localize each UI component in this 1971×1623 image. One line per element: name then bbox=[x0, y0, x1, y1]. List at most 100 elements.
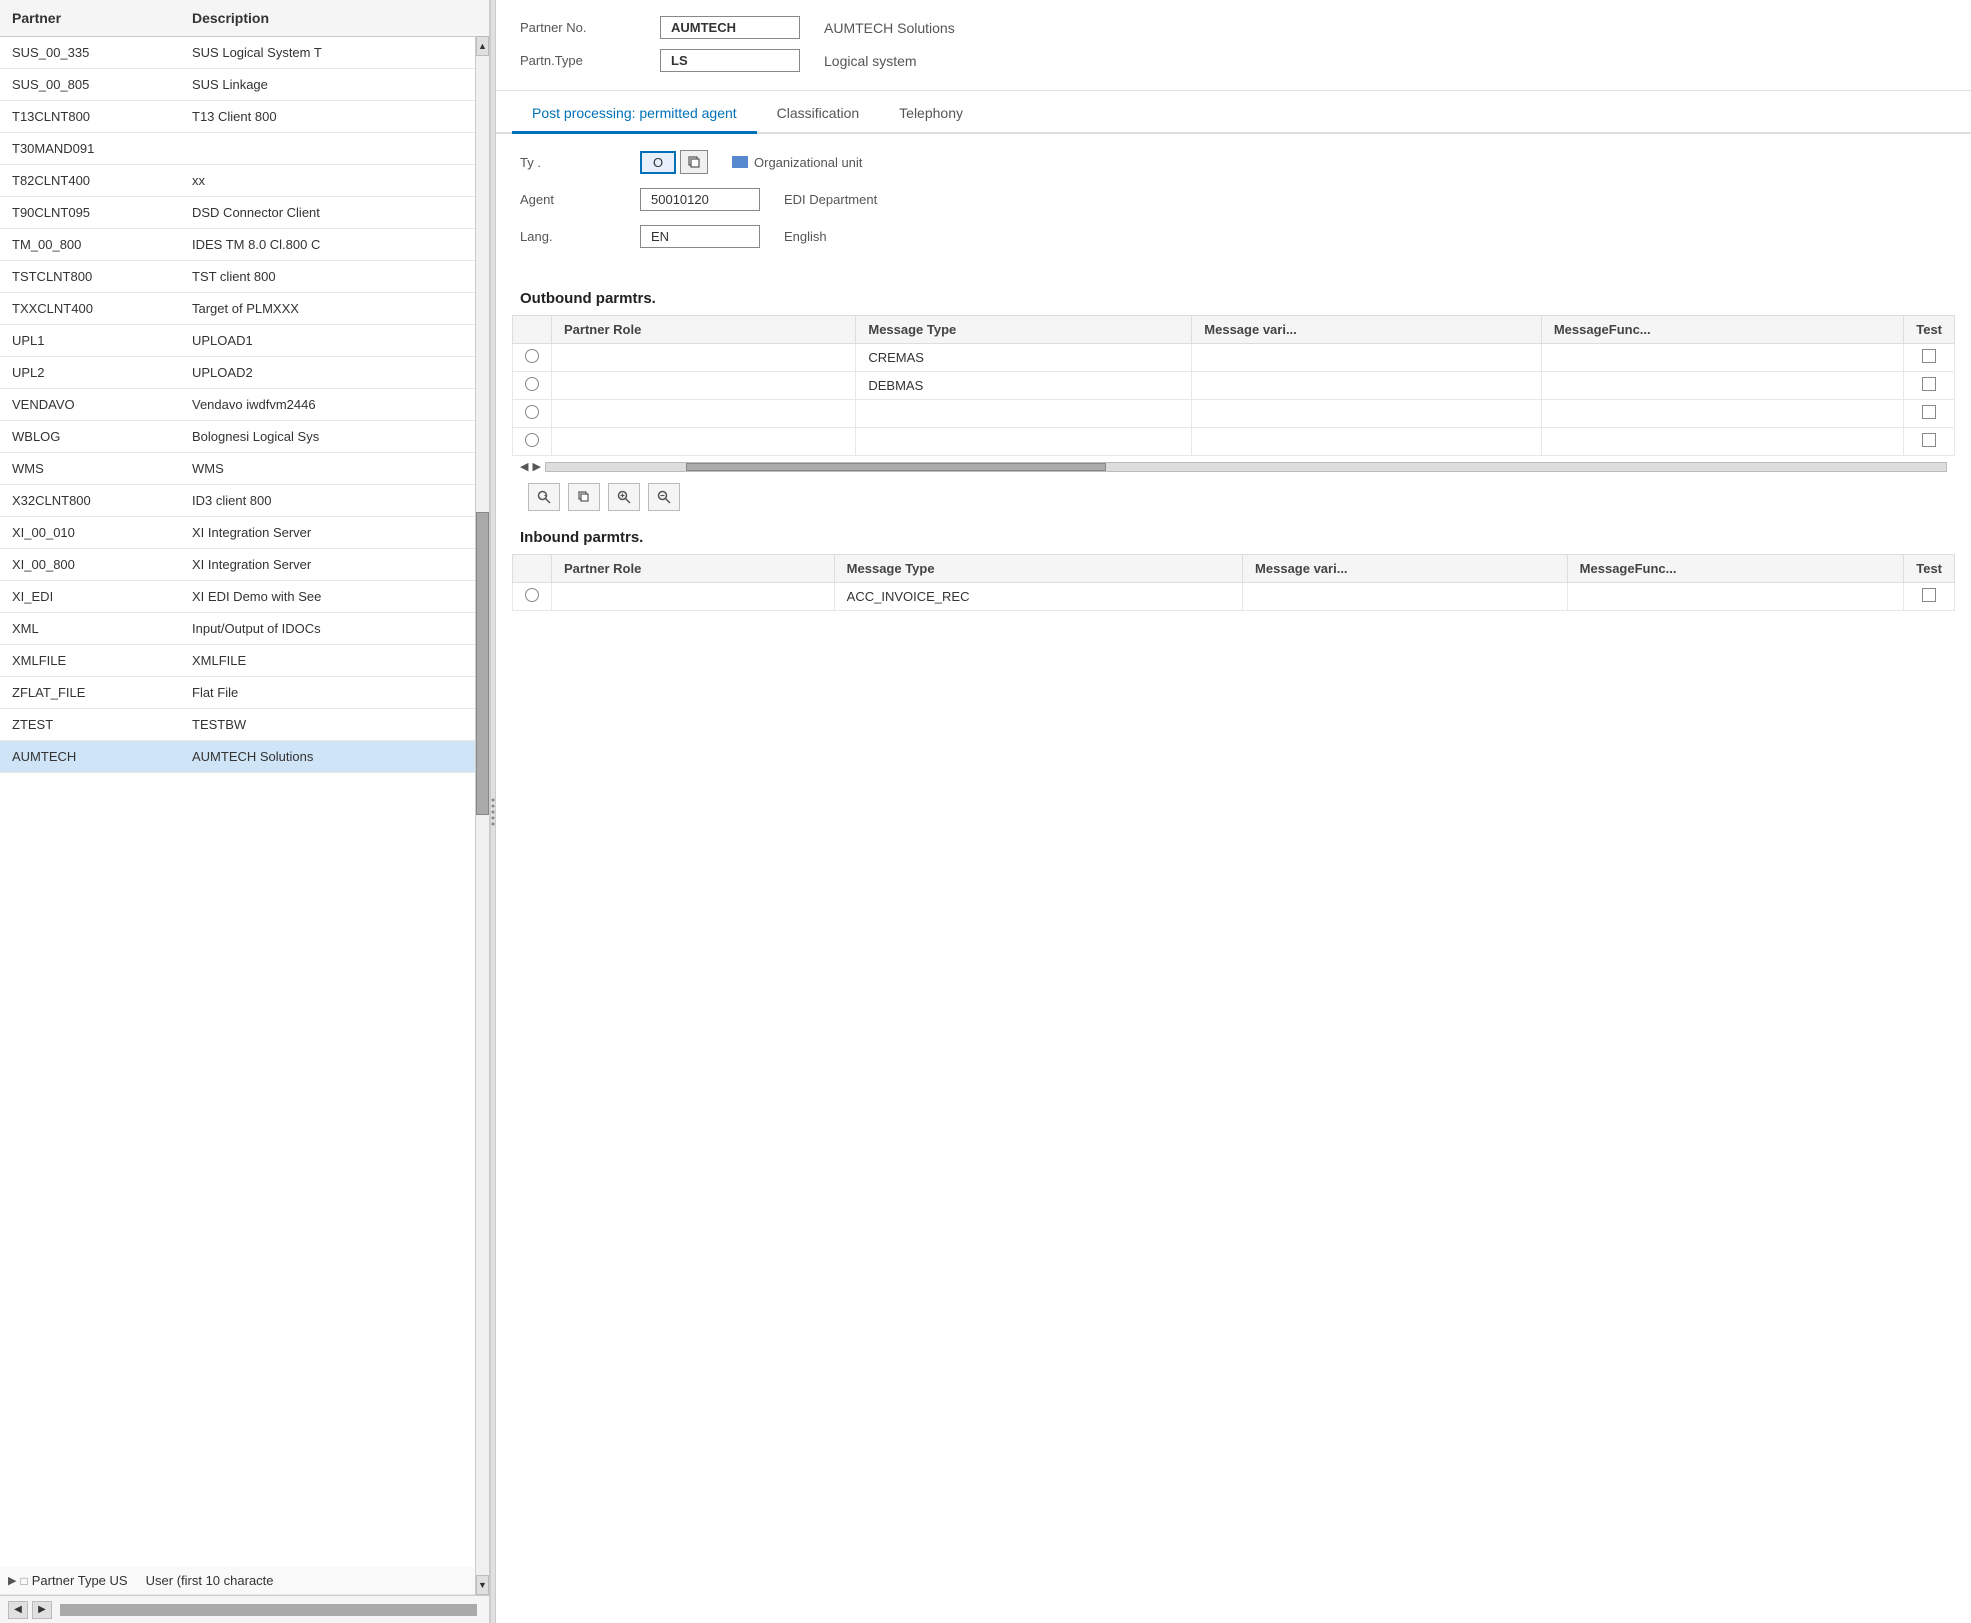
checkbox[interactable] bbox=[1922, 377, 1936, 391]
description-cell: Flat File bbox=[180, 680, 489, 705]
scroll-left-btn[interactable]: ◀ bbox=[8, 1601, 28, 1619]
agent-row: Agent 50010120 EDI Department bbox=[520, 188, 1947, 211]
message-func-cell bbox=[1541, 428, 1903, 456]
list-item[interactable]: TM_00_800 IDES TM 8.0 Cl.800 C bbox=[0, 229, 489, 261]
copy-btn[interactable] bbox=[568, 483, 600, 511]
list-item[interactable]: XML Input/Output of IDOCs bbox=[0, 613, 489, 645]
outbound-scroll-track[interactable] bbox=[545, 462, 1947, 472]
vertical-scrollbar[interactable]: ▲ ▼ bbox=[475, 36, 489, 1595]
scroll-up-btn[interactable]: ▲ bbox=[476, 36, 489, 56]
list-item[interactable]: UPL2 UPLOAD2 bbox=[0, 357, 489, 389]
table-row[interactable]: ACC_INVOICE_REC bbox=[513, 583, 1955, 611]
outbound-radio-col-header bbox=[513, 316, 552, 344]
list-item[interactable]: WBLOG Bolognesi Logical Sys bbox=[0, 421, 489, 453]
list-item[interactable]: X32CLNT800 ID3 client 800 bbox=[0, 485, 489, 517]
radio-button[interactable] bbox=[525, 433, 539, 447]
partner-cell: X32CLNT800 bbox=[0, 488, 180, 513]
zoom-in-btn[interactable] bbox=[608, 483, 640, 511]
left-bottom-scrollbar[interactable]: ◀ ▶ bbox=[0, 1595, 489, 1623]
list-item[interactable]: UPL1 UPLOAD1 bbox=[0, 325, 489, 357]
description-cell: UPLOAD1 bbox=[180, 328, 489, 353]
message-vari-cell bbox=[1192, 400, 1542, 428]
agent-value-box[interactable]: 50010120 bbox=[640, 188, 760, 211]
list-item[interactable]: T90CLNT095 DSD Connector Client bbox=[0, 197, 489, 229]
partner-cell: XI_00_010 bbox=[0, 520, 180, 545]
ty-value-box[interactable]: O bbox=[640, 151, 676, 174]
partner-no-text: AUMTECH Solutions bbox=[824, 20, 955, 36]
radio-button[interactable] bbox=[525, 588, 539, 602]
outbound-scroll-right[interactable]: ▶ bbox=[532, 460, 540, 473]
radio-button[interactable] bbox=[525, 377, 539, 391]
checkbox[interactable] bbox=[1922, 349, 1936, 363]
description-cell: WMS bbox=[180, 456, 489, 481]
partner-cell: AUMTECH bbox=[0, 744, 180, 769]
partner-cell: T90CLNT095 bbox=[0, 200, 180, 225]
tab-classification[interactable]: Classification bbox=[757, 95, 879, 134]
list-item[interactable]: XI_00_010 XI Integration Server bbox=[0, 517, 489, 549]
list-item[interactable]: TXXCLNT400 Target of PLMXXX bbox=[0, 293, 489, 325]
inbound-section: Inbound parmtrs. Partner Role Message Ty… bbox=[496, 517, 1971, 611]
outbound-table: Partner Role Message Type Message vari..… bbox=[512, 315, 1955, 456]
ty-copy-button[interactable] bbox=[680, 150, 708, 174]
checkbox[interactable] bbox=[1922, 588, 1936, 602]
partner-cell: XI_EDI bbox=[0, 584, 180, 609]
table-header: Partner Description bbox=[0, 0, 489, 37]
radio-cell[interactable] bbox=[513, 372, 552, 400]
radio-cell[interactable] bbox=[513, 428, 552, 456]
scroll-track[interactable] bbox=[476, 56, 489, 1575]
partner-cell: UPL1 bbox=[0, 328, 180, 353]
description-cell: TESTBW bbox=[180, 712, 489, 737]
outbound-scrollbar[interactable]: ◀ ▶ bbox=[512, 456, 1955, 477]
partner-cell: T13CLNT800 bbox=[0, 104, 180, 129]
panel-divider[interactable] bbox=[490, 0, 496, 1623]
list-item[interactable]: SUS_00_335 SUS Logical System T bbox=[0, 37, 489, 69]
list-item[interactable]: ZTEST TESTBW bbox=[0, 709, 489, 741]
partner-type-row[interactable]: ▶ □ Partner Type US User (first 10 chara… bbox=[0, 1567, 489, 1595]
test-cell bbox=[1904, 583, 1955, 611]
list-item[interactable]: ZFLAT_FILE Flat File bbox=[0, 677, 489, 709]
zoom-out-btn[interactable] bbox=[648, 483, 680, 511]
list-item[interactable]: T13CLNT800 T13 Client 800 bbox=[0, 101, 489, 133]
list-item[interactable]: TSTCLNT800 TST client 800 bbox=[0, 261, 489, 293]
outbound-scroll-left[interactable]: ◀ bbox=[520, 460, 528, 473]
list-item[interactable]: XMLFILE XMLFILE bbox=[0, 645, 489, 677]
ty-field-group[interactable]: O bbox=[640, 150, 708, 174]
folder-icon: □ bbox=[20, 1574, 27, 1588]
checkbox[interactable] bbox=[1922, 405, 1936, 419]
outbound-col-message-type: Message Type bbox=[856, 316, 1192, 344]
partner-cell: TM_00_800 bbox=[0, 232, 180, 257]
radio-cell[interactable] bbox=[513, 400, 552, 428]
toolbar-row bbox=[512, 477, 1955, 517]
outbound-table-header: Partner Role Message Type Message vari..… bbox=[513, 316, 1955, 344]
table-row[interactable]: DEBMAS bbox=[513, 372, 1955, 400]
expand-arrow-icon: ▶ bbox=[8, 1574, 16, 1587]
list-item[interactable]: VENDAVO Vendavo iwdfvm2446 bbox=[0, 389, 489, 421]
list-item[interactable]: T30MAND091 bbox=[0, 133, 489, 165]
radio-button[interactable] bbox=[525, 405, 539, 419]
table-row[interactable] bbox=[513, 400, 1955, 428]
list-item[interactable]: WMS WMS bbox=[0, 453, 489, 485]
ty-description: Organizational unit bbox=[754, 155, 862, 170]
scroll-right-btn[interactable]: ▶ bbox=[32, 1601, 52, 1619]
radio-button[interactable] bbox=[525, 349, 539, 363]
lang-label: Lang. bbox=[520, 229, 640, 244]
inbound-col-message-func: MessageFunc... bbox=[1567, 555, 1904, 583]
table-row[interactable]: CREMAS bbox=[513, 344, 1955, 372]
horizontal-scroll-track[interactable] bbox=[60, 1604, 477, 1616]
list-item[interactable]: AUMTECH AUMTECH Solutions bbox=[0, 741, 489, 773]
list-item[interactable]: XI_EDI XI EDI Demo with See bbox=[0, 581, 489, 613]
tab-post-processing[interactable]: Post processing: permitted agent bbox=[512, 95, 757, 134]
checkbox[interactable] bbox=[1922, 433, 1936, 447]
lang-value-box[interactable]: EN bbox=[640, 225, 760, 248]
list-item[interactable]: SUS_00_805 SUS Linkage bbox=[0, 69, 489, 101]
table-row[interactable] bbox=[513, 428, 1955, 456]
zoom-search-btn[interactable] bbox=[528, 483, 560, 511]
scroll-down-btn[interactable]: ▼ bbox=[476, 1575, 489, 1595]
list-item[interactable]: XI_00_800 XI Integration Server bbox=[0, 549, 489, 581]
list-item[interactable]: T82CLNT400 xx bbox=[0, 165, 489, 197]
partner-list[interactable]: SUS_00_335 SUS Logical System T SUS_00_8… bbox=[0, 37, 489, 1567]
tab-telephony[interactable]: Telephony bbox=[879, 95, 983, 134]
radio-cell[interactable] bbox=[513, 583, 552, 611]
partner-role-cell bbox=[552, 428, 856, 456]
radio-cell[interactable] bbox=[513, 344, 552, 372]
